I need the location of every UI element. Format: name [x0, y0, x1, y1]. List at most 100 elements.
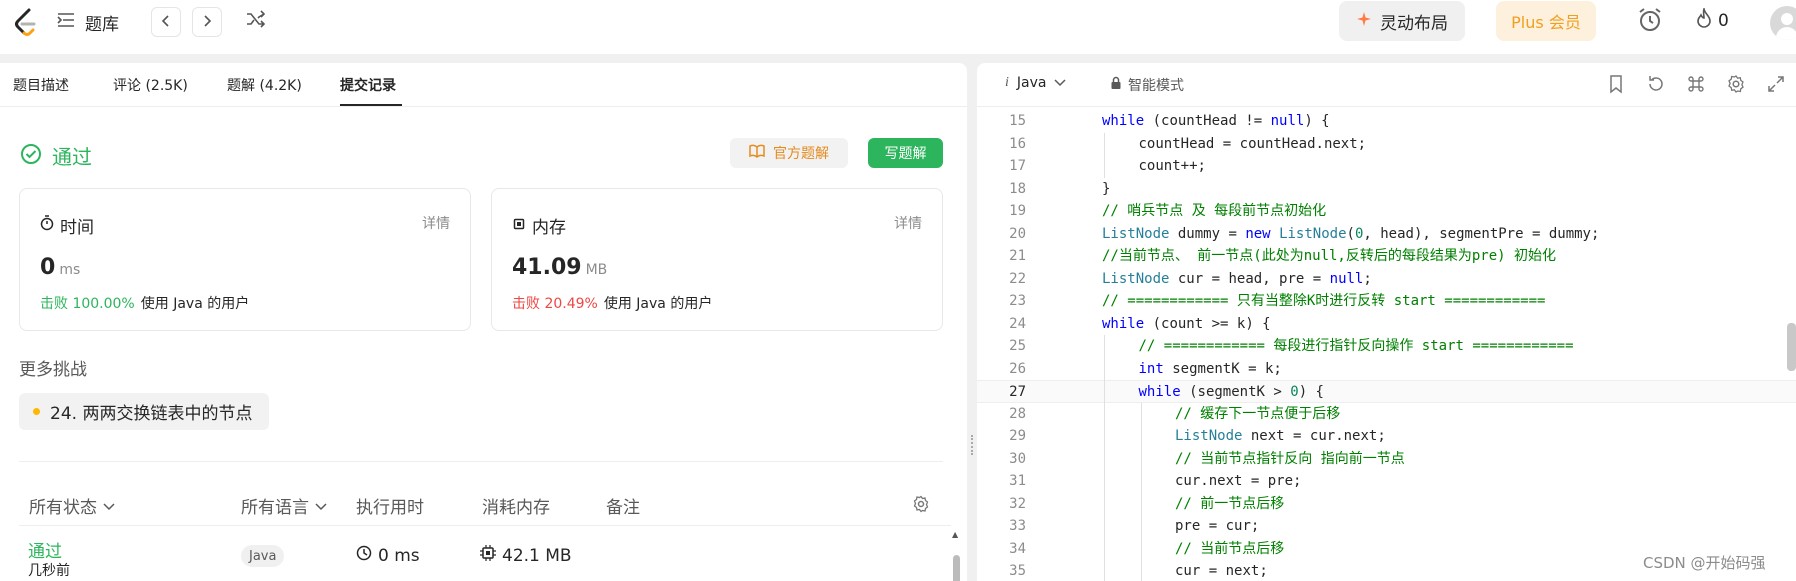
code-line[interactable]: 33 pre = cur; [977, 515, 1796, 538]
status-filter[interactable]: 所有状态 [29, 493, 115, 518]
runtime-card: 时间 详情 0 ms 击败 100.00% 使用 Java 的用户 [19, 188, 471, 331]
chevron-down-icon [315, 496, 327, 516]
runtime-beat: 击败 100.00% [40, 296, 135, 312]
code-line[interactable]: 29 ListNode next = cur.next; [977, 425, 1796, 448]
runtime-header: 执行用时 [356, 498, 424, 518]
tab-comments[interactable]: 评论 (2.5K) [113, 75, 188, 95]
row-status[interactable]: 通过 [28, 537, 62, 562]
info-icon: i [1005, 75, 1009, 90]
shuffle-icon[interactable] [246, 10, 270, 34]
table-header-divider [19, 525, 951, 526]
code-area[interactable]: 15 while (countHead != null) {16 countHead… [977, 110, 1796, 581]
code-line[interactable]: 23 // ============ 只有当整除K时进行反转 start ====… [977, 290, 1796, 313]
tab-submissions[interactable]: 提交记录 [340, 75, 396, 95]
runtime-unit: ms [59, 262, 81, 278]
indent-guide [1104, 560, 1105, 581]
scroll-up-arrow[interactable]: ▲ [952, 531, 960, 539]
runtime-detail-link[interactable]: 详情 [422, 213, 450, 233]
code-line[interactable]: 15 while (countHead != null) { [977, 110, 1796, 133]
more-challenges-title: 更多挑战 [19, 360, 87, 380]
code-line[interactable]: 22 ListNode cur = head, pre = null; [977, 268, 1796, 291]
code-line[interactable]: 24 while (count >= k) { [977, 313, 1796, 336]
code-text: count++; [1138, 158, 1206, 174]
code-line[interactable]: 16 countHead = countHead.next; [977, 133, 1796, 156]
dynamic-layout-label: 灵动布局 [1380, 13, 1448, 34]
line-number: 16 [1009, 135, 1026, 152]
next-problem-button[interactable] [192, 7, 222, 37]
write-solution-button[interactable]: 写题解 [868, 138, 943, 168]
code-line[interactable]: 18} [977, 178, 1796, 201]
memory-value-row: 41.09 MB [512, 255, 607, 280]
indent-guide [1104, 357, 1105, 380]
active-tab-indicator [340, 104, 402, 106]
line-number: 32 [1009, 495, 1026, 512]
indent-guide [1104, 515, 1105, 538]
code-line[interactable]: 17 count++; [977, 155, 1796, 178]
dynamic-layout-button[interactable]: 灵动布局 [1339, 1, 1465, 41]
code-line[interactable]: 32 // 前一节点后移 [977, 493, 1796, 516]
code-text: ListNode next = cur.next; [1175, 428, 1386, 444]
code-line[interactable]: 19 // 哨兵节点 及 每段前节点初始化 [977, 200, 1796, 223]
sparkle-icon [1356, 11, 1372, 32]
alarm-icon[interactable] [1636, 6, 1666, 36]
code-text: pre = cur; [1175, 518, 1260, 534]
plus-label: Plus 会员 [1511, 13, 1581, 32]
prev-problem-button[interactable] [151, 7, 181, 37]
code-line[interactable]: 26 int segmentK = k; [977, 358, 1796, 381]
official-solution-label: 官方题解 [773, 146, 829, 162]
code-line[interactable]: 21 //当前节点、 前一节点(此处为null,反转后的每段结果为pre) 初始化 [977, 245, 1796, 268]
gear-icon[interactable] [1726, 74, 1746, 94]
shortcut-icon[interactable] [1686, 74, 1706, 94]
code-line[interactable]: 27 while (segmentK > 0) { [977, 380, 1796, 403]
code-line[interactable]: 20 ListNode dummy = new ListNode(0, head)… [977, 223, 1796, 246]
expand-icon[interactable] [1766, 74, 1786, 94]
smart-mode-toggle[interactable]: 智能模式 [1110, 75, 1184, 95]
code-text: // 哨兵节点 及 每段前节点初始化 [1102, 203, 1327, 219]
runtime-beat-row: 击败 100.00% 使用 Java 的用户 [40, 293, 249, 313]
indent-guide [1140, 402, 1142, 425]
indent-guide [1140, 537, 1142, 560]
indent-guide [1140, 447, 1142, 470]
plus-membership-button[interactable]: Plus 会员 [1496, 1, 1596, 41]
memory-detail-link[interactable]: 详情 [894, 213, 922, 233]
avatar[interactable] [1770, 6, 1796, 40]
section-divider [19, 461, 943, 462]
problem-list-link[interactable]: 题库 [57, 10, 119, 35]
logo-icon[interactable] [12, 8, 38, 38]
tab-description[interactable]: 题目描述 [13, 75, 69, 95]
runtime-value-row: 0 ms [40, 255, 80, 280]
drag-handle-icon[interactable] [971, 435, 973, 455]
language-filter[interactable]: 所有语言 [241, 493, 327, 518]
indent-guide [1104, 155, 1105, 178]
gear-icon[interactable] [912, 495, 930, 513]
reset-icon[interactable] [1646, 74, 1666, 94]
bookmark-icon[interactable] [1606, 74, 1626, 94]
top-bar: 题库 灵动布局 Plus 会员 0 [0, 0, 1796, 54]
line-number: 24 [1009, 315, 1026, 332]
code-line[interactable]: 30 // 当前节点指针反向 指向前一节点 [977, 448, 1796, 471]
code-text: ListNode dummy = new ListNode(0, head), … [1102, 225, 1600, 242]
code-line[interactable]: 28 // 缓存下一节点便于后移 [977, 403, 1796, 426]
indent-guide [1104, 335, 1105, 358]
tab-solutions[interactable]: 题解 (4.2K) [227, 75, 302, 95]
editor-scrollbar-thumb[interactable] [1787, 323, 1796, 371]
line-number: 18 [1009, 180, 1026, 197]
language-select[interactable]: i Java [1005, 75, 1066, 91]
code-text: cur.next = pre; [1175, 473, 1302, 489]
code-text: // 当前节点指针反向 指向前一节点 [1175, 450, 1405, 467]
code-text: } [1102, 180, 1111, 197]
challenge-link[interactable]: 24. 两两交换链表中的节点 [19, 393, 269, 430]
row-memory: 42.1 MB [480, 545, 572, 566]
row-memory-value: 42.1 MB [502, 545, 572, 566]
streak-counter[interactable]: 0 [1696, 5, 1729, 33]
code-line[interactable]: 25 // ============ 每段进行指针反向操作 start =====… [977, 335, 1796, 358]
line-number: 30 [1009, 450, 1026, 467]
scrollbar-thumb[interactable] [953, 555, 960, 581]
watermark: CSDN @开始码强 [1643, 554, 1766, 572]
code-editor-panel: i Java 智能模式 15 while (countHead != null) … [977, 63, 1796, 581]
status-text: 通过 [52, 145, 92, 169]
line-number: 33 [1009, 518, 1026, 534]
code-line[interactable]: 31 cur.next = pre; [977, 470, 1796, 493]
chevron-right-icon [202, 13, 212, 32]
official-solution-button[interactable]: 官方题解 [730, 138, 848, 168]
